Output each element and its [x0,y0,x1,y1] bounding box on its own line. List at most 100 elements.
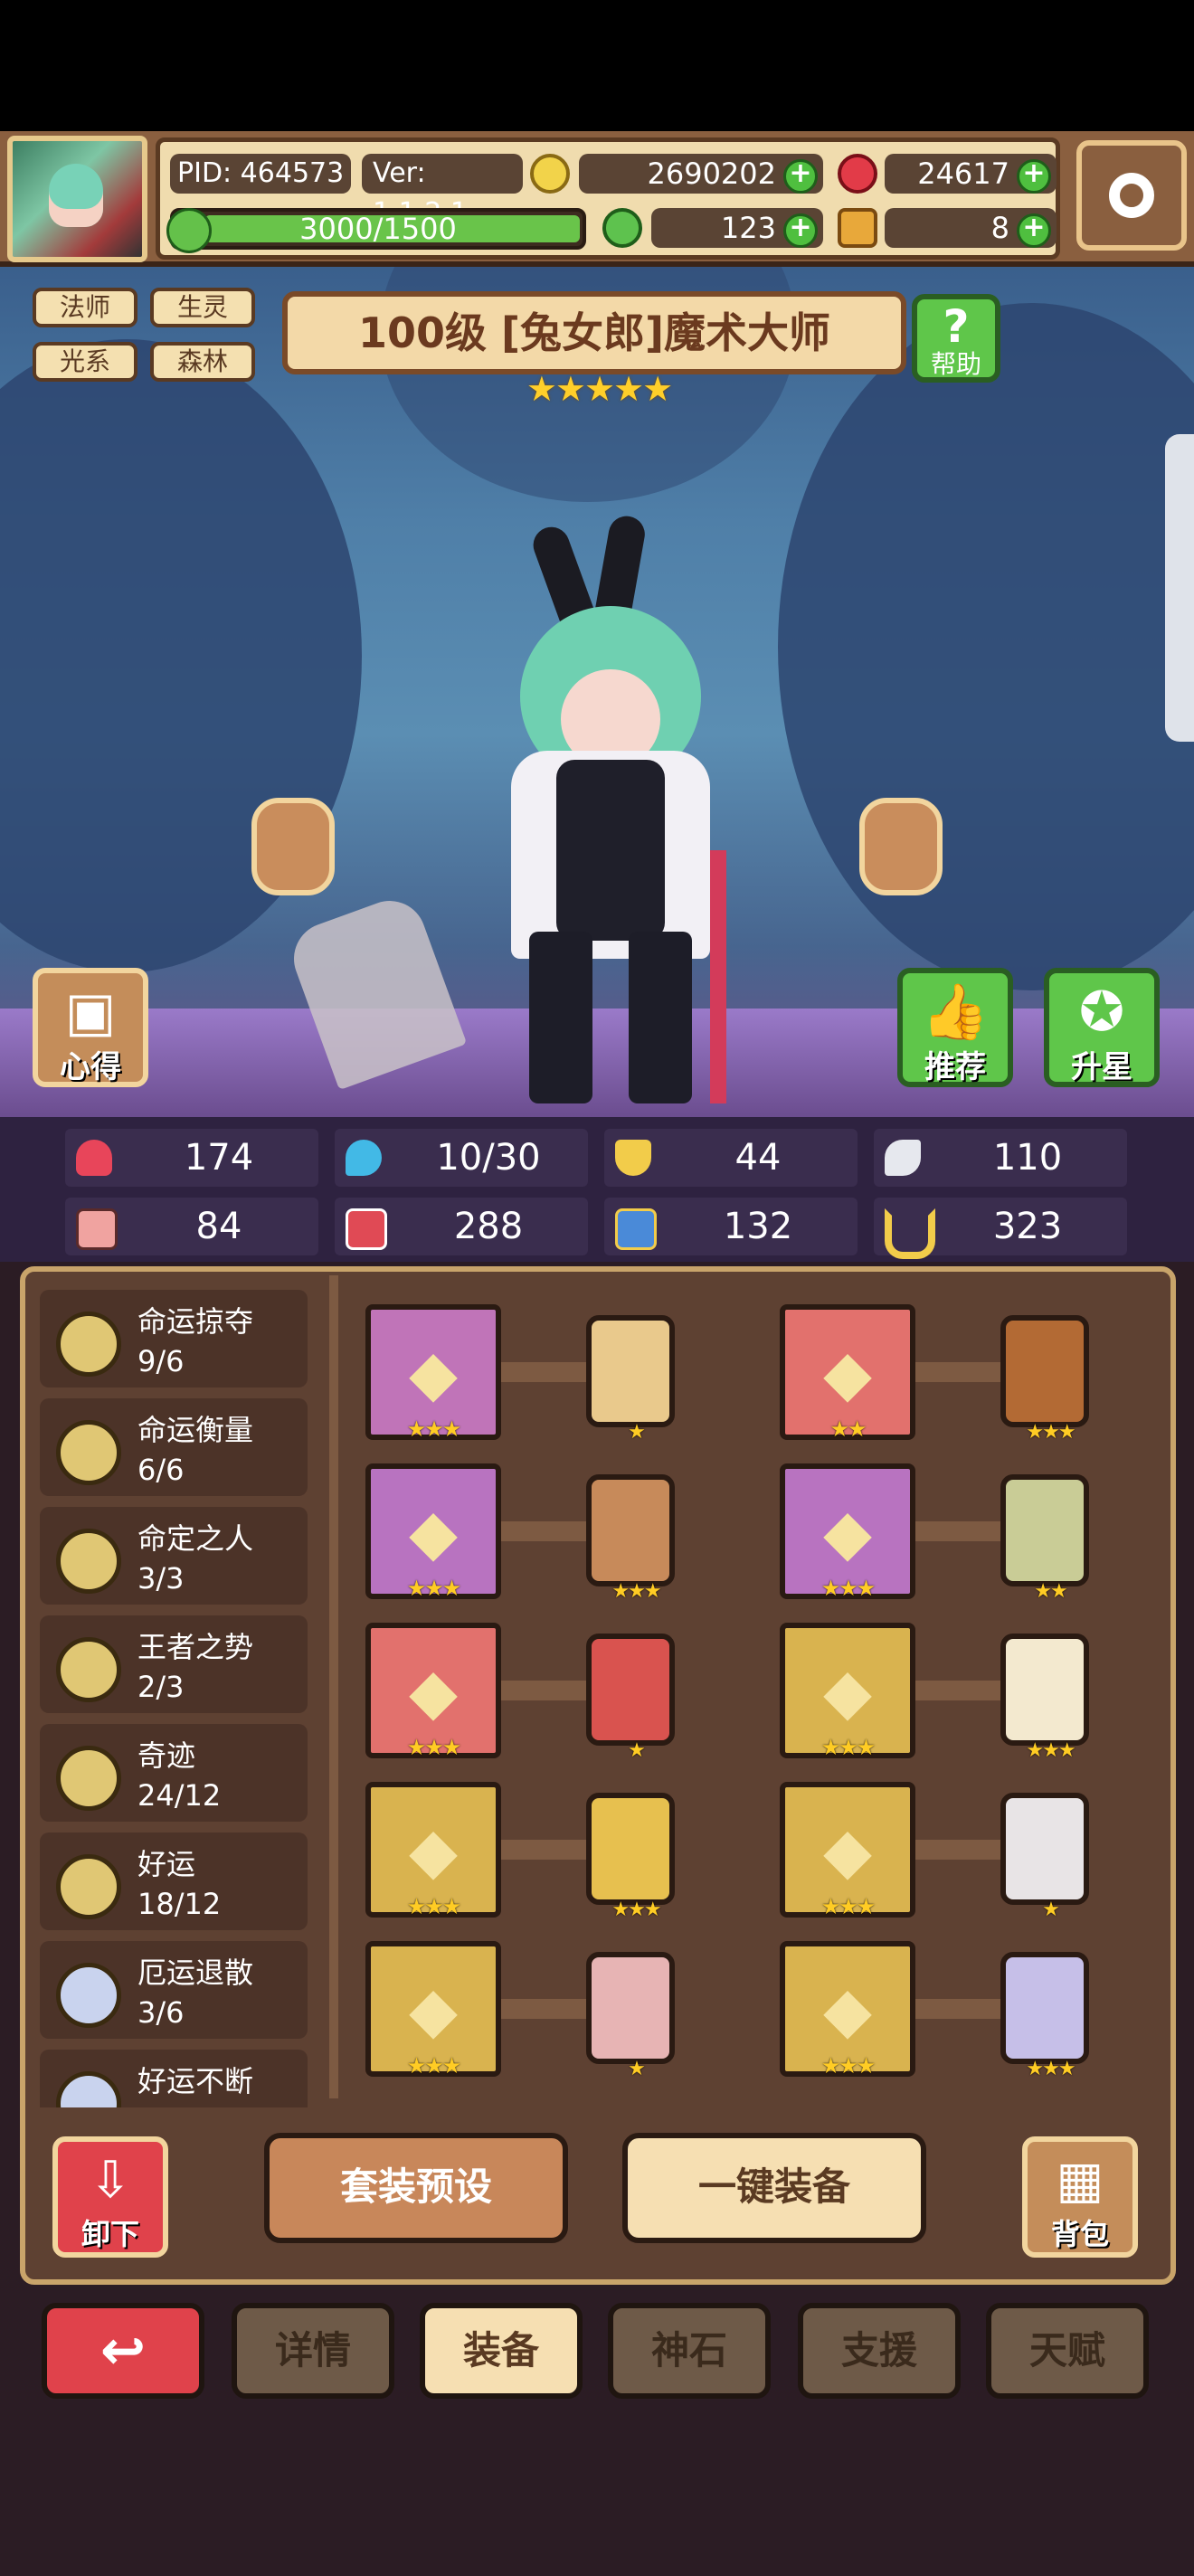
equipment-slot-golden-belt[interactable]: ◆ ★★★ [365,1941,501,2079]
stamina-text: 3000/1500 [299,212,457,246]
equipment-slot-straw-hat[interactable]: ◆ ★★ [780,1304,915,1442]
ticket-icon [838,208,877,248]
godstone-stars: ★★★ [611,1899,661,1921]
godstone-slot[interactable]: ★★★ [1000,1634,1089,1762]
unequip-button[interactable]: ⇩ 卸下 [52,2136,168,2258]
equipment-slot-green-robe[interactable]: ◆ ★★★ [780,1463,915,1601]
tab-godstone[interactable]: 神石 [608,2303,771,2399]
stat-defense: 44 [604,1129,858,1187]
equipment-stars: ★★★ [820,1576,877,1601]
tag-class: 法师 [33,288,137,327]
godstone-slot[interactable]: ★★★ [586,1474,675,1603]
gem-icon [838,154,877,194]
notes-button[interactable]: ▣ 心得 [33,968,148,1087]
upstar-label: 升星 [1071,1049,1132,1085]
help-icon: ? [943,300,970,353]
slot-link [915,1521,1006,1541]
set-item[interactable]: 命定之人 3/3 [40,1507,308,1605]
set-name: 命运掠夺 [137,1304,254,1339]
set-item[interactable]: 命运掠夺 9/6 [40,1290,308,1387]
set-name: 命运衡量 [137,1413,254,1447]
set-item[interactable]: 好运不断 [40,2050,308,2107]
tab-talent[interactable]: 天赋 [986,2303,1149,2399]
add-ticket-button[interactable]: + [1017,213,1051,248]
slot-link [915,1681,1006,1700]
gold-counter[interactable]: 2690202 + [579,154,823,194]
preset-button[interactable]: 套装预设 [264,2133,568,2243]
godstone-slot[interactable]: ★ [586,1634,675,1762]
set-item[interactable]: 命运衡量 6/6 [40,1398,308,1496]
set-count: 6/6 [137,1453,185,1487]
slot-link [915,1362,1006,1382]
equipment-stars: ★★★ [820,1735,877,1760]
godstone-slot[interactable]: ★★★ [586,1793,675,1921]
add-clover-button[interactable]: + [783,213,818,248]
godstone-stars: ★★★ [1026,2058,1076,2080]
equipment-stars: ★★★ [820,1894,877,1919]
hero-stars: ★★★★★ [526,369,673,409]
clover-amount: 123 [720,211,776,245]
settings-button[interactable] [1076,140,1187,251]
godstone-stars: ★ [628,1739,646,1762]
godstone-slot[interactable]: ★★★ [1000,1315,1089,1444]
recommend-button[interactable]: 👍 推荐 [897,968,1013,1087]
stat-hp-value: 174 [184,1137,254,1179]
godstone-slot[interactable]: ★★ [1000,1474,1089,1603]
help-button[interactable]: ? 帮助 [912,294,1000,383]
hero-character [466,507,755,1103]
godstone-stars: ★ [628,1421,646,1444]
equipment-stars: ★★★ [820,2053,877,2079]
tab-support[interactable]: 支援 [798,2303,961,2399]
godstone-slot[interactable]: ★ [586,1952,675,2080]
equipment-stars: ★★★ [406,1894,462,1919]
ticket-counter[interactable]: 8 + [885,208,1057,248]
back-button[interactable]: ↩ [42,2303,204,2399]
equipment-slot-scepter[interactable]: ◆ ★★★ [365,1304,501,1442]
set-icon [56,1854,121,1919]
godstone-slot[interactable]: ★ [1000,1793,1089,1921]
slot-link [501,1999,592,2019]
auto-equip-button[interactable]: 一键装备 [622,2133,926,2243]
rune-right[interactable] [859,798,943,895]
wing-icon [885,1140,921,1176]
unequip-label: 卸下 [81,2217,139,2251]
heart-icon [76,1140,112,1176]
upstar-button[interactable]: ✪ 升星 [1044,968,1160,1087]
player-avatar[interactable] [7,136,147,262]
tab-details[interactable]: 详情 [232,2303,394,2399]
equipment-slot-golden-boots[interactable]: ◆ ★★★ [780,1941,915,2079]
rune-left[interactable] [251,798,335,895]
equipment-slot-golden-ring[interactable]: ◆ ★★★ [780,1782,915,1919]
equipment-slot-golden-gauntlet[interactable]: ◆ ★★★ [780,1623,915,1760]
bag-button[interactable]: ▦ 背包 [1022,2136,1138,2258]
set-icon [56,2071,121,2107]
equipment-slot-necklace[interactable]: ◆ ★★★ [365,1623,501,1760]
stat-speed-value: 132 [723,1206,793,1247]
set-item[interactable]: 王者之势 2/3 [40,1615,308,1713]
set-name: 厄运退散 [137,1956,254,1990]
set-name: 王者之势 [137,1630,254,1664]
tag-race: 生灵 [150,288,255,327]
mana-drop-icon [346,1140,382,1176]
tab-equipment[interactable]: 装备 [420,2303,583,2399]
side-drawer-handle[interactable] [1165,434,1194,742]
godstone-slot[interactable]: ★★★ [1000,1952,1089,2080]
set-bonus-list[interactable]: 命运掠夺 9/6 命运衡量 6/6 命定之人 3/3 王者之势 2/3 奇迹 2… [40,1284,311,2107]
add-gem-button[interactable]: + [1017,159,1051,194]
slot-link [501,1362,592,1382]
set-item[interactable]: 厄运退散 3/6 [40,1941,308,2039]
set-name: 奇迹 [137,1738,196,1773]
set-item[interactable]: 好运 18/12 [40,1833,308,1930]
help-label: 帮助 [930,349,981,379]
add-gold-button[interactable]: + [783,159,818,194]
set-count: 3/3 [137,1561,185,1596]
system-status-bar [0,0,1194,131]
equipment-slot-crystal-orb[interactable]: ◆ ★★★ [365,1463,501,1601]
godstone-slot[interactable]: ★ [586,1315,675,1444]
clover-counter[interactable]: 123 + [651,208,823,248]
bag-label: 背包 [1050,2217,1109,2251]
set-item[interactable]: 奇迹 24/12 [40,1724,308,1822]
gem-counter[interactable]: 24617 + [885,154,1057,194]
slot-link [501,1681,592,1700]
equipment-slot-golden-shield[interactable]: ◆ ★★★ [365,1782,501,1919]
